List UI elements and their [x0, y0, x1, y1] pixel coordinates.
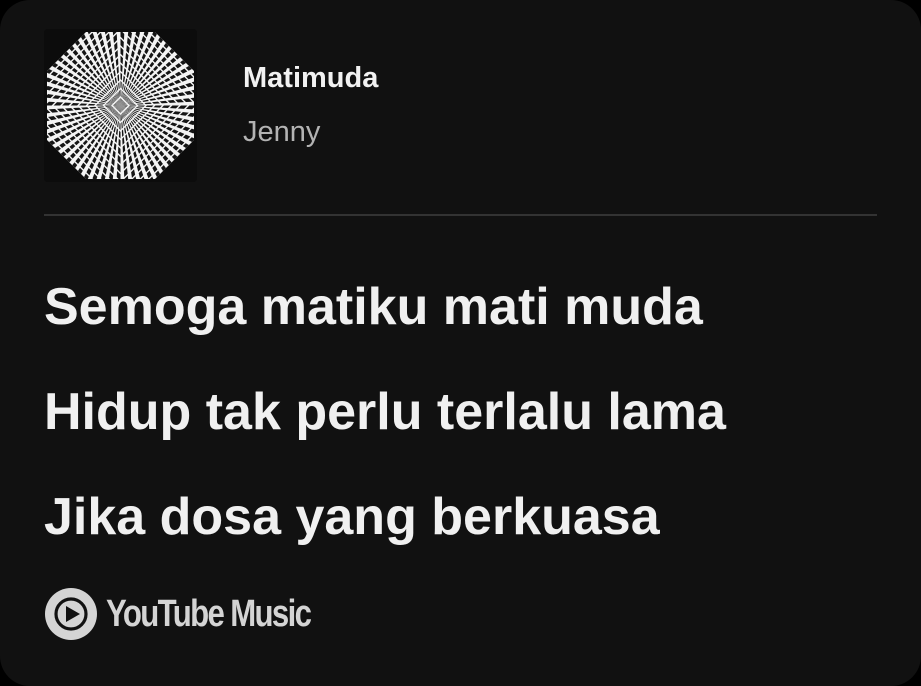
logo-text: YouTube Music: [106, 592, 312, 635]
album-art-image: [44, 29, 197, 182]
lyric-line-3: Jika dosa yang berkuasa: [44, 488, 660, 546]
lyrics-share-card: Matimuda Jenny Semoga matiku mati muda H…: [0, 0, 921, 686]
lyric-line-2: Hidup tak perlu terlalu lama: [44, 383, 726, 441]
song-title: Matimuda: [243, 62, 379, 94]
album-art: [44, 29, 197, 182]
youtube-music-play-icon: [45, 588, 97, 640]
lyrics-block: Semoga matiku mati muda Hidup tak perlu …: [44, 276, 726, 591]
song-artist: Jenny: [243, 116, 321, 148]
divider: [44, 214, 877, 216]
youtube-music-logo: YouTube Music: [44, 585, 355, 643]
lyric-line-1: Semoga matiku mati muda: [44, 278, 703, 336]
